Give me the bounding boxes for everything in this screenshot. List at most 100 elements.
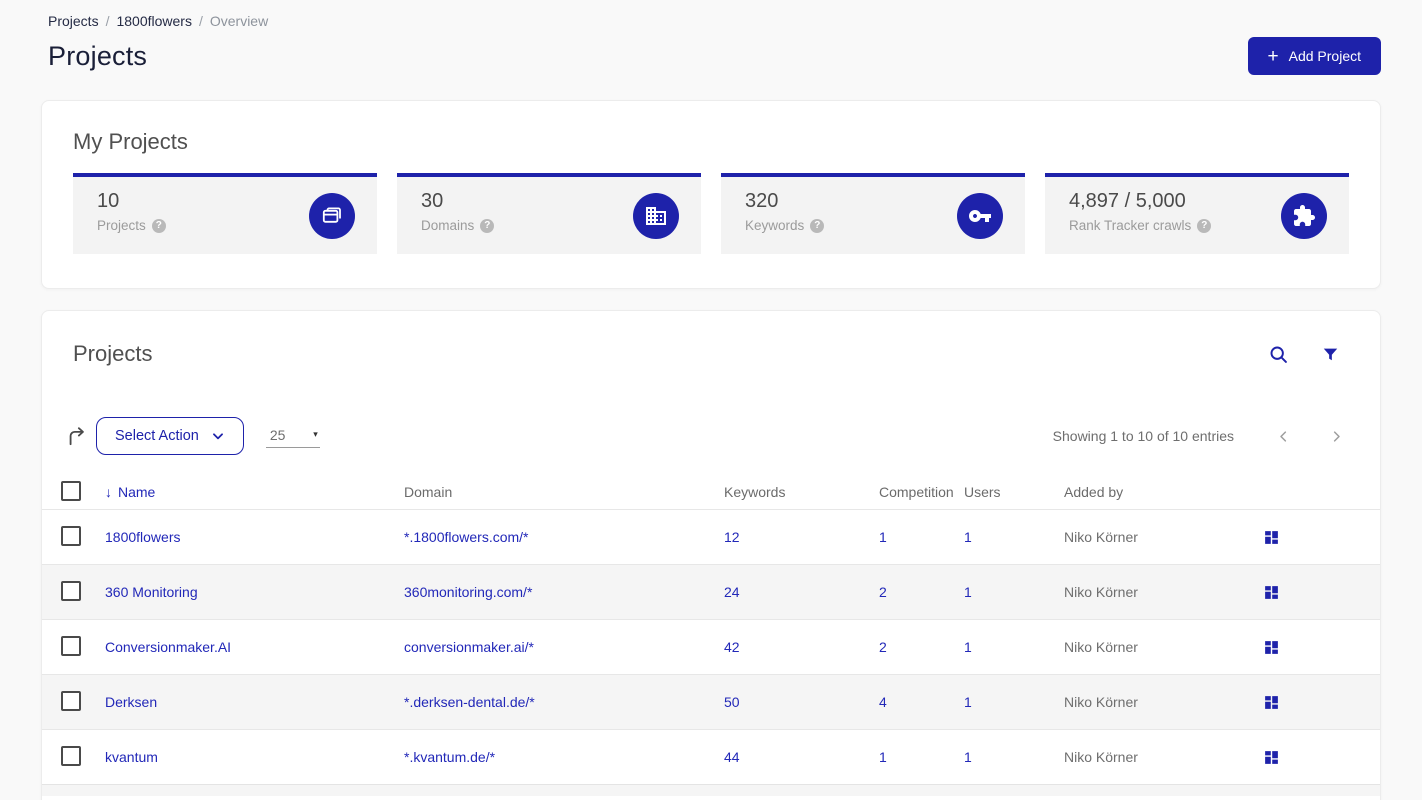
select-all-checkbox[interactable] [61,480,81,501]
column-header-competition[interactable]: Competition [879,484,964,500]
page-size-value: 25 [269,426,286,443]
chevron-down-icon [212,433,223,440]
stat-card-keywords[interactable]: 320 Keywords ? [721,173,1025,254]
domains-label: Domains [421,218,475,233]
row-checkbox[interactable] [61,635,81,656]
column-header-domain[interactable]: Domain [404,484,724,500]
added-by-value: Niko Körner [1064,639,1138,655]
table-row: kvantum *.kvantum.de/* 44 1 1 Niko Körne… [42,729,1380,784]
folder-copy-icon [309,192,355,239]
previous-page-icon[interactable] [1276,429,1291,444]
puzzle-icon [1281,192,1327,239]
stat-card-projects[interactable]: 10 Projects ? [73,173,377,254]
page: Projects / 1800flowers / Overview Projec… [0,0,1422,800]
keywords-label: Keywords [745,218,805,233]
project-name-link[interactable]: Conversionmaker.AI [105,639,231,655]
project-name-link[interactable]: kvantum [105,749,158,765]
help-icon[interactable]: ? [810,218,825,233]
dashboard-icon[interactable] [1263,584,1280,601]
breadcrumb-project-name[interactable]: 1800flowers [116,13,192,29]
breadcrumb-current: Overview [209,13,269,29]
keywords-count-link[interactable]: 50 [724,694,740,710]
breadcrumb-separator: / [105,13,110,29]
breadcrumb-separator: / [198,13,203,29]
breadcrumb: Projects / 1800flowers / Overview [48,13,1381,29]
project-name-link[interactable]: 1800flowers [105,529,181,545]
plus-icon: + [1267,45,1279,67]
project-name-link[interactable]: 360 Monitoring [105,584,198,600]
stat-card-domains[interactable]: 30 Domains ? [397,173,701,254]
keywords-count-link[interactable]: 12 [724,529,740,545]
table-row: Conversionmaker.AI conversionmaker.ai/* … [42,619,1380,674]
row-checkbox[interactable] [61,690,81,711]
search-icon[interactable] [1268,344,1289,365]
help-icon[interactable]: ? [151,218,166,233]
page-title: Projects [48,40,148,71]
column-header-keywords[interactable]: Keywords [724,484,879,500]
project-name-link[interactable]: Derksen [105,694,157,710]
keywords-count-link[interactable]: 44 [724,749,740,765]
competition-count-link[interactable]: 4 [879,694,887,710]
column-header-name[interactable]: ↓ Name [105,484,404,500]
next-page-icon[interactable] [1329,429,1344,444]
users-count-link[interactable]: 1 [964,584,972,600]
row-checkbox[interactable] [61,580,81,601]
users-count-link[interactable]: 1 [964,749,972,765]
stats-row: 10 Projects ? 30 Domains ? 320 Keywords … [73,173,1349,254]
select-action-label: Select Action [115,428,199,444]
added-by-value: Niko Körner [1064,529,1138,545]
competition-count-link[interactable]: 1 [879,529,887,545]
project-domain-link[interactable]: 360monitoring.com/* [404,584,532,600]
showing-entries-text: Showing 1 to 10 of 10 entries [1052,428,1234,444]
select-action-dropdown[interactable]: Select Action [96,417,244,455]
help-icon[interactable]: ? [480,218,495,233]
competition-count-link[interactable]: 2 [879,639,887,655]
forward-arrow-icon[interactable] [66,425,88,447]
table-row-partial [42,784,1380,796]
added-by-value: Niko Körner [1064,749,1138,765]
filter-icon[interactable] [1321,345,1340,364]
keywords-count-link[interactable]: 24 [724,584,740,600]
project-domain-link[interactable]: conversionmaker.ai/* [404,639,534,655]
key-icon [957,192,1003,239]
dashboard-icon[interactable] [1263,694,1280,711]
dashboard-icon[interactable] [1263,749,1280,766]
row-checkbox[interactable] [61,745,81,766]
dashboard-icon[interactable] [1263,639,1280,656]
added-by-value: Niko Körner [1064,694,1138,710]
competition-count-link[interactable]: 2 [879,584,887,600]
dashboard-icon[interactable] [1263,529,1280,546]
page-size-select[interactable]: 25 ▾ [265,425,320,448]
projects-label: Projects [97,218,146,233]
project-domain-link[interactable]: *.derksen-dental.de/* [404,694,535,710]
row-checkbox[interactable] [61,525,81,546]
column-header-users[interactable]: Users [964,484,1064,500]
my-projects-title: My Projects [73,129,188,154]
rank-tracker-label: Rank Tracker crawls [1069,218,1192,233]
table-row: Derksen *.derksen-dental.de/* 50 4 1 Nik… [42,674,1380,729]
competition-count-link[interactable]: 1 [879,749,887,765]
column-header-added-by[interactable]: Added by [1064,484,1263,500]
dropdown-triangle-icon: ▾ [313,429,318,439]
add-project-label: Add Project [1288,48,1361,64]
keywords-count-link[interactable]: 42 [724,639,740,655]
users-count-link[interactable]: 1 [964,639,972,655]
building-icon [633,192,679,239]
projects-table-card: Projects Select Action 25 ▾ Showing 1 to… [41,310,1381,800]
projects-table-title: Projects [73,341,153,366]
add-project-button[interactable]: + Add Project [1247,37,1381,75]
added-by-value: Niko Körner [1064,584,1138,600]
my-projects-card: My Projects 10 Projects ? 30 Domains ? 3… [41,100,1381,289]
table-header-row: ↓ Name Domain Keywords Competition Users… [42,475,1380,509]
page-header: Projects / 1800flowers / Overview Projec… [0,0,1422,75]
project-domain-link[interactable]: *.1800flowers.com/* [404,529,529,545]
users-count-link[interactable]: 1 [964,529,972,545]
projects-table: ↓ Name Domain Keywords Competition Users… [42,475,1380,796]
project-domain-link[interactable]: *.kvantum.de/* [404,749,495,765]
breadcrumb-projects[interactable]: Projects [48,13,99,29]
stat-card-rank-tracker[interactable]: 4,897 / 5,000 Rank Tracker crawls ? [1045,173,1349,254]
users-count-link[interactable]: 1 [964,694,972,710]
table-row: 1800flowers *.1800flowers.com/* 12 1 1 N… [42,509,1380,564]
help-icon[interactable]: ? [1197,218,1212,233]
table-toolbar: Select Action 25 ▾ Showing 1 to 10 of 10… [42,417,1380,455]
